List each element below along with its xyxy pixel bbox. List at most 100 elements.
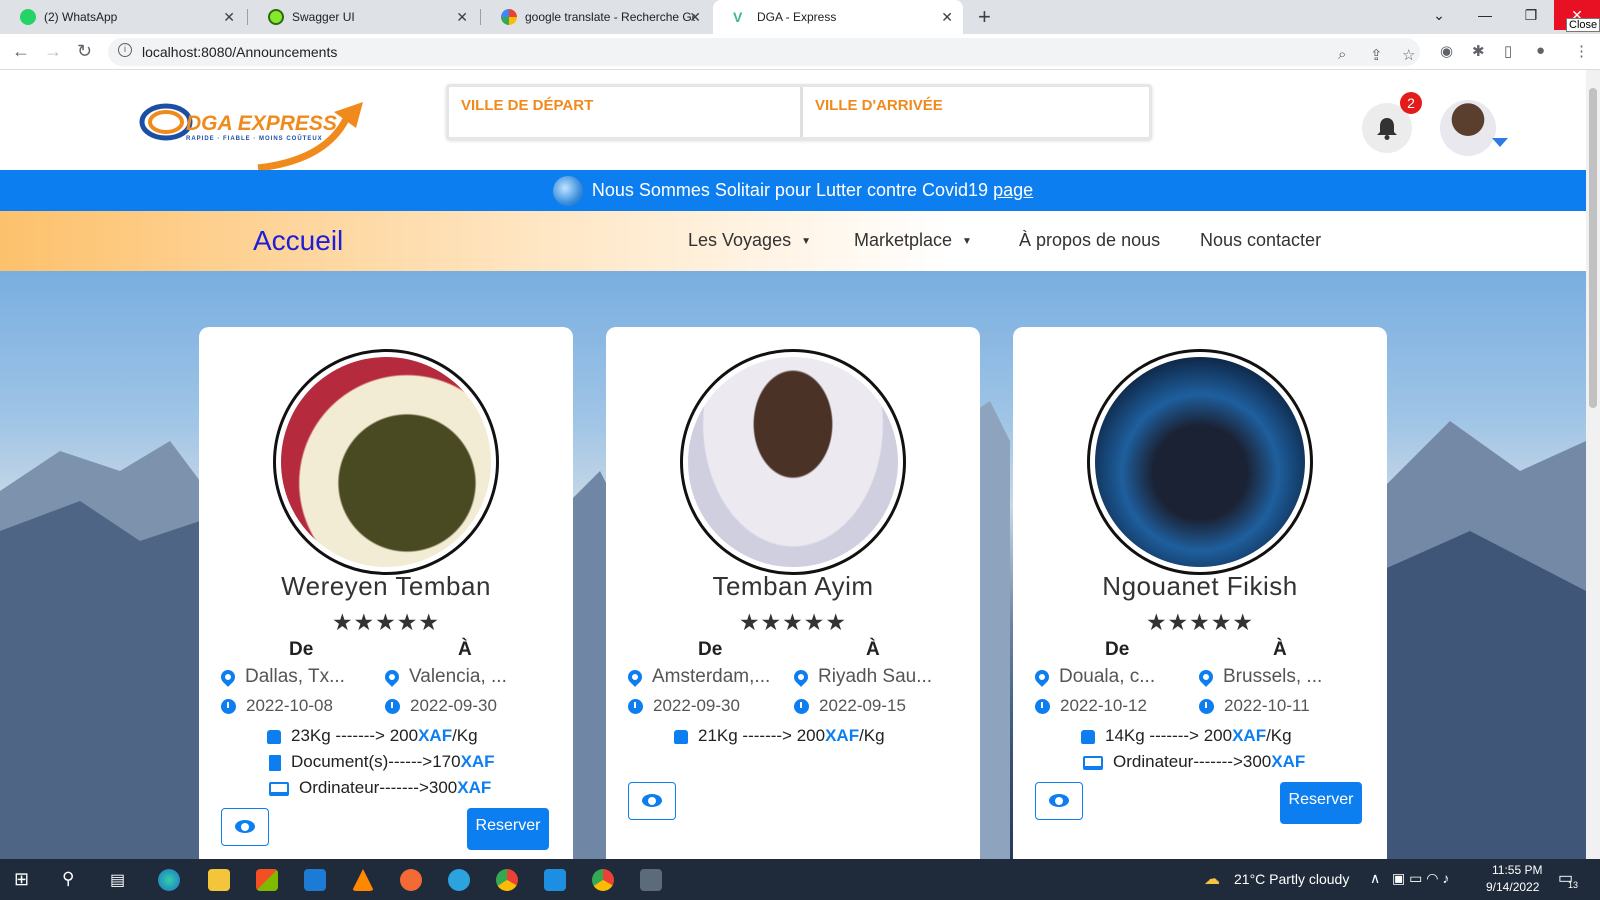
clock-time[interactable]: 11:55 PM bbox=[1492, 863, 1542, 877]
forward-icon[interactable]: → bbox=[44, 41, 62, 62]
vscode-icon[interactable] bbox=[544, 869, 566, 891]
side-panel-icon[interactable]: ▯ bbox=[1504, 42, 1512, 60]
tray-chevron-icon[interactable]: ∧ bbox=[1370, 870, 1380, 887]
whatsapp-icon bbox=[20, 9, 36, 25]
luggage-icon bbox=[1081, 729, 1095, 744]
close-icon[interactable]: ✕ bbox=[941, 9, 953, 26]
windows-start-icon[interactable]: ⊞ bbox=[14, 869, 29, 890]
restore-icon[interactable]: ❐ bbox=[1508, 0, 1554, 30]
tab-title: google translate - Recherche Goo bbox=[525, 10, 695, 24]
view-details-button[interactable] bbox=[1035, 782, 1083, 820]
map-pin-icon bbox=[625, 667, 645, 687]
departure-city-field[interactable]: VILLE DE DÉPART bbox=[449, 87, 800, 137]
file-explorer-icon[interactable] bbox=[208, 869, 230, 891]
postman-icon[interactable] bbox=[400, 869, 422, 891]
nav-home-link[interactable]: Accueil bbox=[253, 225, 343, 257]
store-icon[interactable] bbox=[256, 869, 278, 891]
traveler-name: Temban Ayim bbox=[712, 571, 874, 601]
luggage-icon bbox=[267, 729, 281, 744]
chrome-icon[interactable] bbox=[496, 869, 518, 891]
reserve-button[interactable]: Reserver bbox=[1280, 782, 1362, 824]
address-bar[interactable]: i localhost:8080/Announcements ⌕ ⇪ ☆ bbox=[108, 38, 1420, 66]
search-icon[interactable]: ⚲ bbox=[62, 869, 74, 889]
tab-swagger[interactable]: Swagger UI ✕ bbox=[248, 0, 478, 34]
caret-down-icon[interactable] bbox=[1492, 138, 1508, 147]
tab-dga-express[interactable]: V DGA - Express ✕ bbox=[713, 0, 963, 34]
logo-text: DGA EXPRESS bbox=[186, 112, 337, 135]
windows-taskbar: ⊞ ⚲ ▤ ☁ 21°C Partly cloudy ∧ ▣ ▭ ◠ ♪ 11:… bbox=[0, 859, 1600, 900]
laptop-icon bbox=[269, 781, 289, 796]
clock-icon bbox=[628, 699, 643, 715]
notification-count: 13 bbox=[1568, 880, 1579, 890]
google-icon bbox=[501, 9, 517, 25]
nav-item-about[interactable]: À propos de nous bbox=[1019, 230, 1160, 251]
profile-icon[interactable]: ● bbox=[1536, 42, 1545, 59]
nav-item-voyages[interactable]: Les Voyages ▼ bbox=[688, 230, 811, 251]
reserve-button[interactable]: Reserver bbox=[467, 808, 549, 850]
tab-title: (2) WhatsApp bbox=[44, 10, 118, 24]
share-icon[interactable]: ⇪ bbox=[1370, 46, 1383, 64]
user-avatar[interactable] bbox=[1440, 100, 1496, 156]
clock-icon bbox=[385, 699, 400, 715]
view-details-button[interactable] bbox=[221, 808, 269, 846]
scrollbar-thumb[interactable] bbox=[1589, 88, 1597, 408]
tab-google[interactable]: google translate - Recherche Goo ✕ bbox=[481, 0, 711, 34]
tab-title: DGA - Express bbox=[757, 10, 837, 24]
dga-express-logo[interactable]: DGA EXPRESS RAPIDE · FIABLE · MOINS COÛT… bbox=[138, 90, 373, 170]
document-icon bbox=[269, 754, 281, 771]
clock-date[interactable]: 9/14/2022 bbox=[1486, 880, 1539, 894]
banner-link[interactable]: page bbox=[993, 180, 1033, 200]
view-details-button[interactable] bbox=[628, 782, 676, 820]
calculator-icon[interactable] bbox=[640, 869, 662, 891]
map-pin-icon bbox=[1032, 667, 1052, 687]
announcement-card: Wereyen Temban ★★★★★ De À Dallas, Tx... … bbox=[199, 327, 573, 859]
site-info-icon[interactable]: i bbox=[118, 43, 132, 57]
minimize-icon[interactable]: — bbox=[1462, 0, 1508, 30]
vertical-scrollbar[interactable] bbox=[1586, 70, 1600, 859]
browser-toolbar: ← → ↻ i localhost:8080/Announcements ⌕ ⇪… bbox=[0, 34, 1600, 70]
rating-stars: ★★★★★ bbox=[1145, 609, 1255, 635]
tray-icons[interactable]: ▣ ▭ ◠ ♪ bbox=[1392, 870, 1449, 887]
banner-text: Nous Sommes Solitair pour Lutter contre … bbox=[591, 180, 989, 200]
close-icon[interactable]: ✕ bbox=[689, 9, 701, 26]
arrival-date: 2022-09-30 bbox=[385, 696, 497, 716]
computer-price: Ordinateur------->300XAF bbox=[269, 778, 491, 798]
nav-item-contact[interactable]: Nous contacter bbox=[1200, 230, 1321, 251]
back-icon[interactable]: ← bbox=[12, 41, 30, 62]
edge-icon[interactable] bbox=[158, 869, 180, 891]
announcements-area: Wereyen Temban ★★★★★ De À Dallas, Tx... … bbox=[0, 271, 1586, 859]
eye-icon bbox=[642, 794, 662, 807]
bookmark-star-icon[interactable]: ☆ bbox=[1402, 46, 1415, 64]
tab-whatsapp[interactable]: (2) WhatsApp ✕ bbox=[0, 0, 245, 34]
arrival-city-field[interactable]: VILLE D'ARRIVÉE bbox=[803, 87, 1149, 137]
swagger-icon bbox=[268, 9, 284, 25]
zoom-icon[interactable]: ⌕ bbox=[1338, 46, 1346, 63]
eye-icon bbox=[1049, 794, 1069, 807]
telegram-icon[interactable] bbox=[448, 869, 470, 891]
close-icon[interactable]: ✕ bbox=[223, 9, 235, 26]
reload-icon[interactable]: ↻ bbox=[77, 41, 92, 62]
clock-icon bbox=[794, 699, 809, 715]
weather-icon: ☁ bbox=[1204, 871, 1220, 888]
close-icon[interactable]: ✕ bbox=[456, 9, 468, 26]
from-city: Amsterdam,... bbox=[625, 666, 770, 688]
mail-icon[interactable] bbox=[304, 869, 326, 891]
weather-text[interactable]: 21°C Partly cloudy bbox=[1234, 871, 1349, 887]
chrome-active-icon[interactable] bbox=[592, 869, 614, 891]
traveler-photo bbox=[680, 349, 906, 575]
menu-kebab-icon[interactable]: ⋮ bbox=[1574, 42, 1589, 60]
traveler-name: Wereyen Temban bbox=[281, 571, 491, 601]
puzzle-extensions-icon[interactable]: ✱ bbox=[1472, 42, 1485, 60]
map-pin-icon bbox=[218, 667, 238, 687]
extension-icon[interactable]: ◉ bbox=[1440, 42, 1453, 60]
tab-search-icon[interactable]: ⌄ bbox=[1416, 0, 1462, 30]
to-heading: À bbox=[1273, 639, 1287, 660]
vlc-icon[interactable] bbox=[352, 869, 374, 891]
eye-icon bbox=[235, 820, 255, 833]
task-view-icon[interactable]: ▤ bbox=[110, 870, 125, 890]
departure-date: 2022-09-30 bbox=[628, 696, 740, 716]
nav-item-marketplace[interactable]: Marketplace ▼ bbox=[854, 230, 972, 251]
weight-price: 14Kg -------> 200XAF/Kg bbox=[1081, 726, 1292, 746]
url-text[interactable]: localhost:8080/Announcements bbox=[142, 44, 337, 60]
new-tab-button[interactable]: + bbox=[978, 4, 991, 30]
